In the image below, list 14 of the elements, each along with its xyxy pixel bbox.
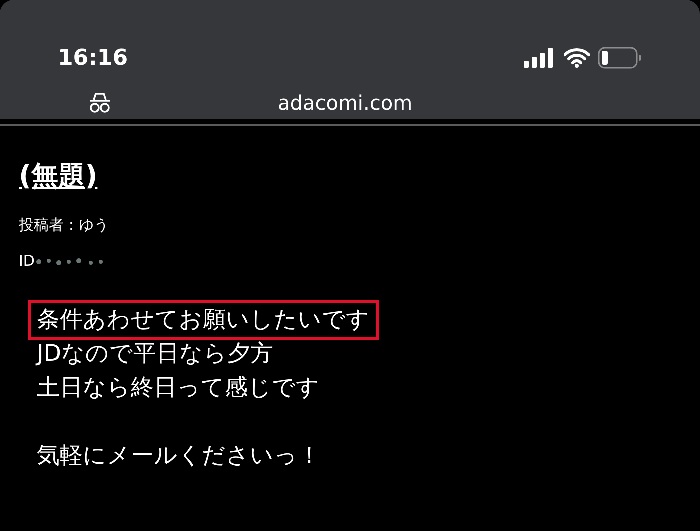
message-line: 気軽にメールくださいっ！ xyxy=(36,442,322,471)
signal-icon xyxy=(524,48,556,68)
post-title[interactable]: (無題) xyxy=(19,160,98,194)
id-label: ID xyxy=(19,251,35,272)
url-text[interactable]: adacomi.com xyxy=(278,88,413,118)
message-line: JDなので平日なら夕方 xyxy=(34,340,274,369)
status-time: 16:16 xyxy=(58,44,128,72)
battery-icon xyxy=(598,47,642,69)
post-author: 投稿者：ゆう xyxy=(19,214,109,236)
message-line: 土日なら終日って感じです xyxy=(36,374,321,403)
incognito-icon[interactable] xyxy=(88,92,112,114)
message-line: 条件あわせてお願いしたいです xyxy=(31,302,376,337)
blurred-id-icon xyxy=(34,256,105,266)
wifi-icon xyxy=(564,48,590,68)
